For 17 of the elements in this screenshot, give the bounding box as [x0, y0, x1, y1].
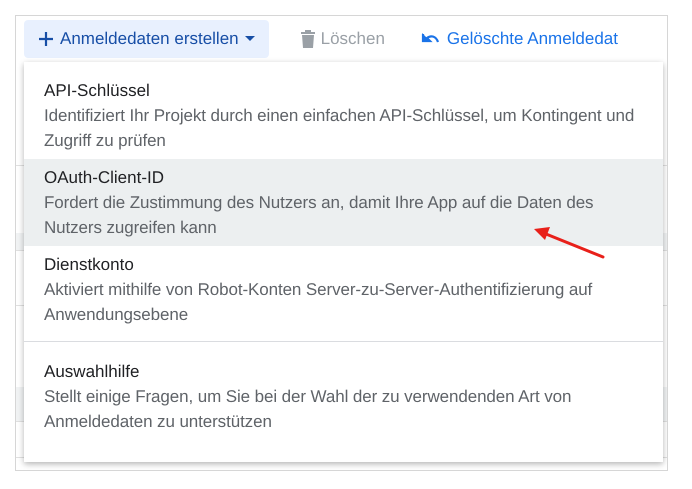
menu-item[interactable]: OAuth-Client-ID Fordert die Zustimmung des Nutzers an, damit Ihre App auf die Daten des Nutzers zugreifen kann [24, 159, 663, 246]
menu-item[interactable]: Auswahlhilfe Stellt einige Fragen, um Sie bei der Wahl der zu verwendenden Art von Anmeldedaten zu unterstützen [24, 353, 663, 440]
menu-item-title: Dienstkonto [44, 254, 135, 276]
menu-item-description: Aktiviert mithilfe von Robot-Konten Server-zu-Server-Authentifizierung auf Anwendungsebene [44, 279, 594, 326]
menu-item-title: OAuth-Client-ID [44, 167, 165, 189]
caret-icon [244, 36, 255, 42]
menu-item-description: Stellt einige Fragen, um Sie bei der Wahl der zu verwendenden Art von Anmeldedaten zu unterstützen [44, 386, 572, 433]
create-credentials-button[interactable]: Anmeldedaten erstellen [24, 20, 269, 58]
menu-item-description: Identifiziert Ihr Projekt durch einen einfachen API-Schlüssel, um Kontingent und Zugriff zu prüfen [44, 105, 636, 152]
menu-item[interactable]: API-Schlüssel Identifiziert Ihr Projekt durch einen einfachen API-Schlüssel, um Kontingent und Zugriff zu prüfen [24, 72, 663, 159]
restore-deleted-button[interactable]: Gelöschte Anmeldedat [416, 20, 622, 58]
menu-item-title: API-Schlüssel [44, 80, 151, 102]
plus-icon [38, 31, 54, 47]
menu-item-title: Auswahlhilfe [44, 361, 140, 383]
menu-item[interactable]: Dienstkonto Aktiviert mithilfe von Robot-Konten Server-zu-Server-Authentifizierung auf Anwendungsebene [24, 246, 663, 333]
trash-icon [300, 30, 315, 48]
menu-item-description: Fordert die Zustimmung des Nutzers an, damit Ihre App auf die Daten des Nutzers zugreifen kann [44, 192, 594, 239]
